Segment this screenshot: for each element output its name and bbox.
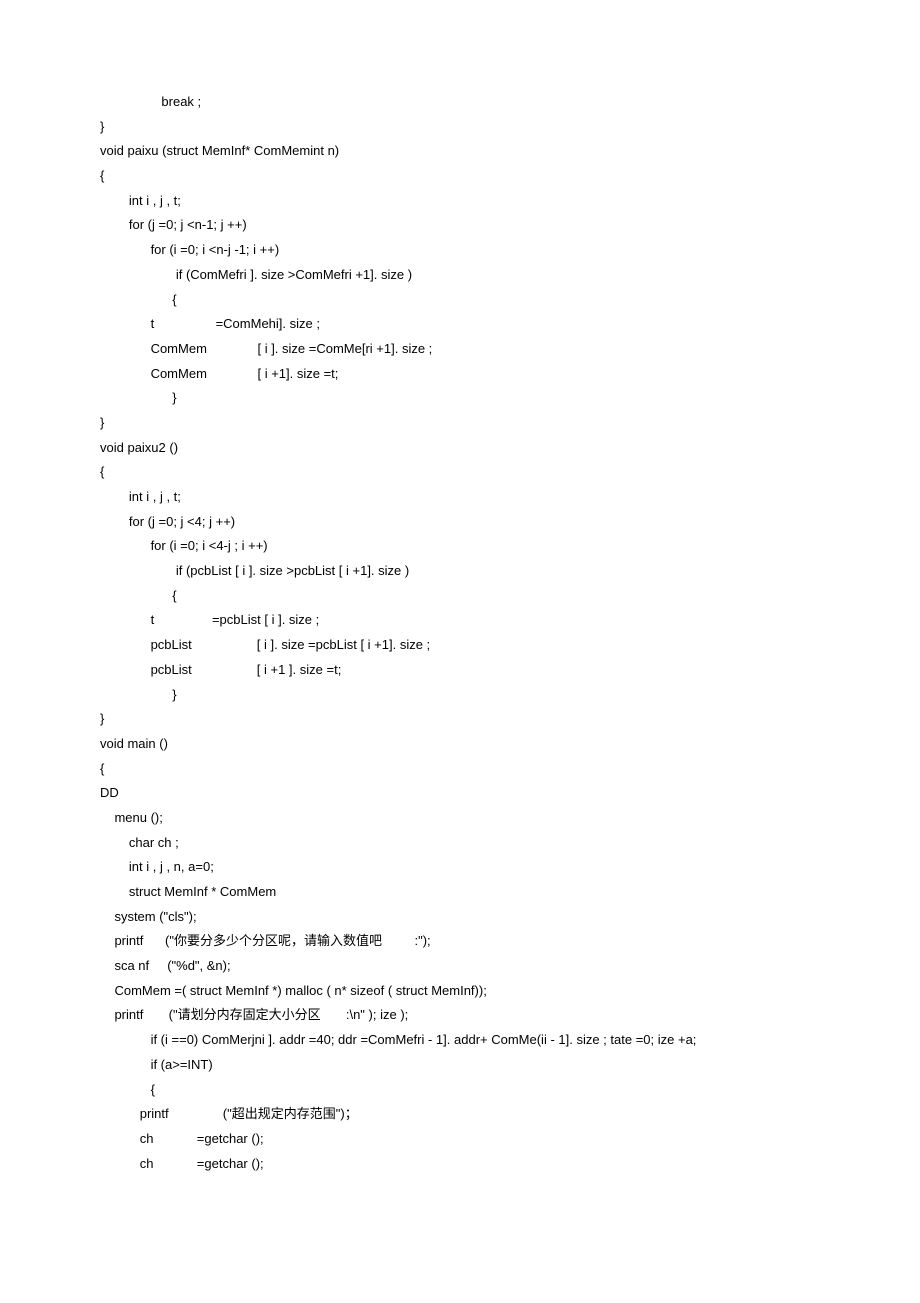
code-document: break ; } void paixu (struct MemInf* Com… bbox=[0, 0, 920, 1236]
code-block: break ; } void paixu (struct MemInf* Com… bbox=[100, 90, 840, 1176]
